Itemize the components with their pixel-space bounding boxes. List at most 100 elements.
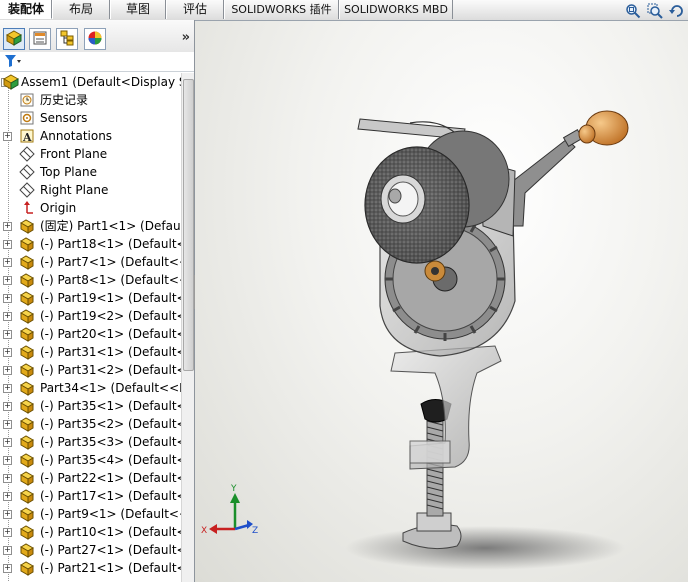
part-icon [19,236,35,252]
tree-expand-toggle[interactable]: + [3,330,12,339]
tree-expand-toggle[interactable]: + [3,438,12,447]
tree-expand-toggle[interactable]: + [3,546,12,555]
scrollbar-thumb[interactable] [183,79,194,371]
tree-expand-toggle[interactable]: + [3,258,12,267]
axis-triad: Y X Z [201,484,258,536]
tree-item-label: Top Plane [40,165,97,179]
tree-expand-toggle[interactable]: + [3,456,12,465]
zoom-to-fit-icon[interactable] [624,2,642,19]
tree-item[interactable]: + (-) Part21<1> (Default< [0,559,181,577]
tree-item[interactable]: 历史记录 [0,91,181,109]
tree-item[interactable]: + (-) Part17<1> (Default< [0,487,181,505]
feature-tree-icon [5,29,23,49]
part-icon [19,416,35,432]
filter-icon[interactable] [4,54,22,71]
part-icon [19,254,35,270]
feature-manager-tab[interactable] [3,28,25,50]
configuration-icon [59,30,75,49]
tab-solidworks-addins[interactable]: SOLIDWORKS 插件 [224,0,339,19]
tree-item[interactable]: + (-) Part8<1> (Default<< [0,271,181,289]
command-manager-tabs: 装配体 布局 草图 评估 SOLIDWORKS 插件 SOLIDWORKS MB… [0,0,688,21]
tree-expand-toggle[interactable]: + [3,222,12,231]
tree-expand-toggle[interactable]: + [3,312,12,321]
tree-item-label: (-) Part9<1> (Default<< [40,507,181,521]
panel-tab-strip: » [0,20,194,53]
tree-vertical-scrollbar[interactable] [181,73,194,582]
tree-expand-toggle[interactable]: + [3,294,12,303]
tree-expand-toggle[interactable]: + [3,240,12,249]
appearance-icon [87,30,103,49]
tree-item-label: (-) Part22<1> (Default< [40,471,181,485]
tree-item-label: Origin [40,201,77,215]
tree-item-label: (-) Part35<1> (Default< [40,399,181,413]
property-icon [32,30,48,49]
tree-item-label: Annotations [40,129,113,143]
tree-expand-toggle[interactable]: + [3,132,12,141]
tree-item[interactable]: + Part34<1> (Default<<D [0,379,181,397]
tree-expand-toggle[interactable]: + [3,474,12,483]
configuration-manager-tab[interactable] [56,28,78,50]
tree-item[interactable]: Right Plane [0,181,181,199]
tree-item[interactable]: + (-) Part19<2> (Default< [0,307,181,325]
tree-item-label: 历史记录 [40,93,89,107]
tab-solidworks-mbd[interactable]: SOLIDWORKS MBD [339,0,453,19]
collapse-panel-button[interactable]: » [182,30,190,45]
tree-item[interactable]: + A Annotations [0,127,181,145]
stand-lower-block [409,440,451,464]
part-icon [19,326,35,342]
zoom-to-area-icon[interactable] [646,2,664,19]
feature-tree: -Assem1 (Default<Display S历史记录Sensors+AA… [0,73,181,582]
tree-item[interactable]: Sensors [0,109,181,127]
plane-icon [19,164,35,180]
graphics-viewport[interactable]: Y X Z [195,21,688,582]
tree-expand-toggle[interactable]: + [3,564,12,573]
tree-item[interactable]: + (-) Part20<1> (Default< [0,325,181,343]
tree-item-label: Right Plane [40,183,109,197]
tree-item[interactable]: + (固定) Part1<1> (Default [0,217,181,235]
property-manager-tab[interactable] [29,28,51,50]
origin-icon [19,200,35,216]
part-icon [19,362,35,378]
tree-item[interactable]: + (-) Part35<3> (Default< [0,433,181,451]
tree-expand-toggle[interactable]: + [3,510,12,519]
tree-expand-toggle[interactable]: + [3,528,12,537]
tree-expand-toggle[interactable]: + [3,420,12,429]
tab-assembly[interactable]: 装配体 [0,0,52,19]
tree-item[interactable]: + (-) Part35<4> (Default< [0,451,181,469]
tree-expand-toggle[interactable]: + [3,384,12,393]
plane-icon [19,146,35,162]
tree-item[interactable]: Origin [0,199,181,217]
tab-evaluate[interactable]: 评估 [166,0,224,19]
tree-item[interactable]: + (-) Part7<1> (Default<< [0,253,181,271]
tree-item[interactable]: + (-) Part10<1> (Default< [0,523,181,541]
tree-item[interactable]: -Assem1 (Default<Display S [0,73,181,91]
tree-expand-toggle[interactable]: + [3,348,12,357]
tree-item[interactable]: Top Plane [0,163,181,181]
tree-expand-toggle[interactable]: + [3,492,12,501]
tree-item-label: (-) Part31<2> (Default< [40,363,181,377]
tree-item[interactable]: + (-) Part27<1> (Default< [0,541,181,559]
tree-item[interactable]: Front Plane [0,145,181,163]
tree-item[interactable]: + (-) Part18<1> (Default< [0,235,181,253]
tree-item[interactable]: + (-) Part9<1> (Default<< [0,505,181,523]
tree-item-label: Part34<1> (Default<<D [40,381,181,395]
tree-expand-toggle[interactable]: + [3,366,12,375]
tab-layout[interactable]: 布局 [52,0,110,19]
tree-item-label: Assem1 (Default<Display S [21,75,181,89]
tree-expand-toggle[interactable]: + [3,402,12,411]
tree-item[interactable]: + (-) Part19<1> (Default< [0,289,181,307]
tree-item[interactable]: + (-) Part35<1> (Default< [0,397,181,415]
assembly-icon [2,74,20,90]
tree-expand-toggle[interactable]: + [3,276,12,285]
tree-item-label: Front Plane [40,147,108,161]
tab-sketch[interactable]: 草图 [110,0,166,19]
tree-item[interactable]: + (-) Part31<1> (Default< [0,343,181,361]
svg-text:A: A [22,131,32,144]
tree-item[interactable]: + (-) Part31<2> (Default< [0,361,181,379]
display-manager-tab[interactable] [84,28,106,50]
tree-item-label: (-) Part19<2> (Default< [40,309,181,323]
tree-item[interactable]: + (-) Part35<2> (Default< [0,415,181,433]
history-icon [19,92,35,108]
tree-item[interactable]: + (-) Part22<1> (Default< [0,469,181,487]
previous-view-icon[interactable] [668,2,686,19]
